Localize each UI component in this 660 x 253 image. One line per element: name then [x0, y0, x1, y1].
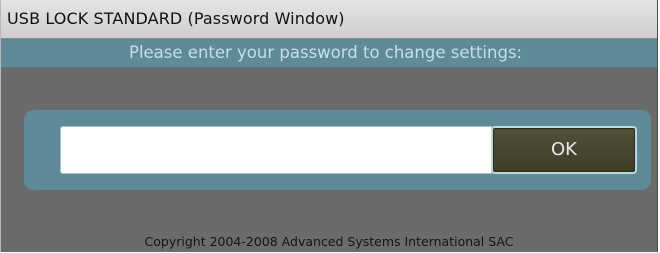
password-window: USB LOCK STANDARD (Password Window) Plea… [0, 0, 658, 252]
ok-button-label: OK [551, 139, 577, 160]
copyright-text: Copyright 2004-2008 Advanced Systems Int… [144, 234, 514, 249]
title-bar[interactable]: USB LOCK STANDARD (Password Window) [1, 0, 657, 39]
prompt-text: Please enter your password to change set… [129, 43, 523, 62]
window-title: USB LOCK STANDARD (Password Window) [7, 9, 345, 28]
password-panel: OK [24, 110, 651, 190]
prompt-bar: Please enter your password to change set… [1, 39, 657, 68]
ok-button[interactable]: OK [491, 126, 637, 174]
password-input[interactable] [60, 126, 492, 174]
